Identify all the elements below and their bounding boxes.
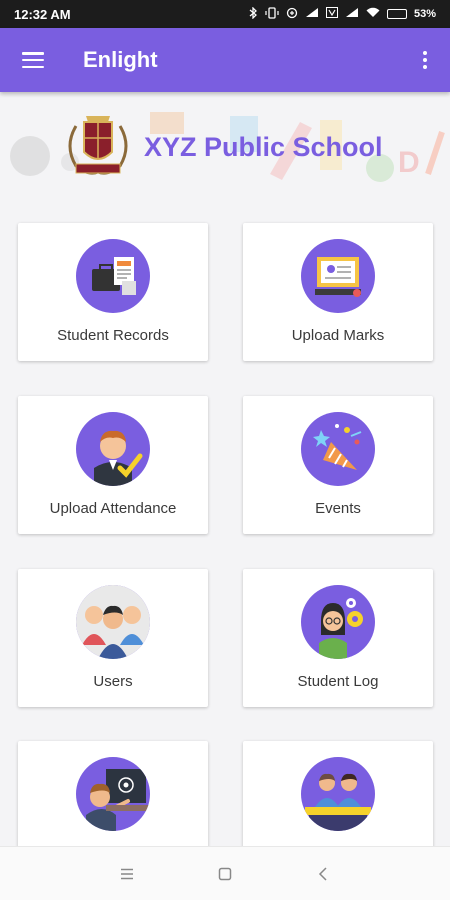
- data-saver-icon: [286, 7, 298, 22]
- people-group-icon: [76, 585, 150, 659]
- status-bar: 12:32 AM 53%: [0, 0, 450, 28]
- signal-icon: [305, 7, 319, 21]
- recents-button[interactable]: [112, 859, 142, 889]
- card-events[interactable]: Events: [243, 396, 433, 534]
- card-label: Users: [93, 673, 133, 690]
- back-button[interactable]: [308, 859, 338, 889]
- hamburger-menu-icon: [22, 52, 44, 68]
- card-student-log[interactable]: Student Log: [243, 569, 433, 707]
- card-label: Student Log: [297, 673, 379, 690]
- app-bar: Enlight: [0, 28, 450, 92]
- bluetooth-icon: [249, 5, 258, 22]
- school-crest-logo: [68, 116, 128, 175]
- card-upload-attendance[interactable]: Upload Attendance: [18, 396, 208, 534]
- card-users[interactable]: Users: [18, 569, 208, 707]
- status-time: 12:32 AM: [14, 6, 71, 22]
- school-name: XYZ Public School: [144, 132, 383, 162]
- card-label: Events: [315, 500, 361, 517]
- signal-icon-2: [345, 7, 359, 21]
- teacher-board-icon: [76, 757, 150, 831]
- vibrate-icon: [265, 6, 279, 22]
- app-title: Enlight: [83, 47, 158, 72]
- home-square-icon: [218, 867, 232, 880]
- students-desk-icon: [301, 757, 375, 831]
- home-button[interactable]: [210, 859, 240, 889]
- school-banner: D XYZ Public School: [0, 92, 450, 202]
- card-upload-marks[interactable]: Upload Marks: [243, 223, 433, 361]
- briefcase-records-icon: [76, 239, 150, 313]
- wifi-icon: [366, 7, 380, 21]
- party-popper-icon: [301, 412, 375, 486]
- battery-icon: [386, 9, 407, 19]
- menu-button[interactable]: [0, 28, 66, 92]
- card-label: Upload Marks: [291, 327, 385, 344]
- recents-icon: [121, 868, 133, 879]
- card-label: Student Records: [57, 327, 169, 344]
- system-nav-bar: [0, 846, 450, 900]
- back-chevron-icon: [318, 866, 327, 881]
- student-check-icon: [76, 412, 150, 486]
- more-options-button[interactable]: [400, 28, 450, 92]
- more-vert-icon: [423, 51, 427, 69]
- volte-icon: [325, 7, 338, 21]
- card-label: Upload Attendance: [49, 500, 177, 517]
- girl-gears-icon: [301, 585, 375, 659]
- exam-sheet-icon: [301, 239, 375, 313]
- card-student-records[interactable]: Student Records: [18, 223, 208, 361]
- battery-percent: 53%: [413, 8, 436, 20]
- status-icons: 53%: [249, 5, 436, 22]
- svg-text:D: D: [398, 146, 420, 179]
